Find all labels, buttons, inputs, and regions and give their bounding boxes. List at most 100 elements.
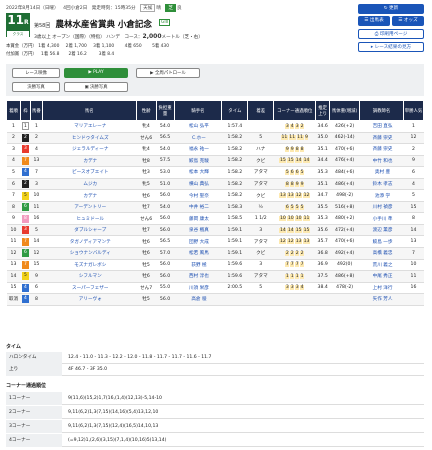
jockey-link[interactable]: 松若 風馬 xyxy=(174,247,222,260)
horse-name-link[interactable]: モズナガレボシ xyxy=(42,259,137,272)
corner-position: 15 xyxy=(287,158,295,164)
final-3f-cell: 38.4 xyxy=(315,282,330,295)
corner-position: 11 xyxy=(296,135,304,141)
odds-button[interactable]: ☰ オッズ xyxy=(392,16,424,26)
jockey-link[interactable]: 今村 聖奈 xyxy=(174,189,222,202)
waku-badge: 3 xyxy=(21,226,29,235)
corner-position: 1 xyxy=(300,273,305,279)
race-meeting: 4回小倉2日 xyxy=(63,6,88,11)
race-title-block: 第58回 農林水産省賞典 小倉記念 GIII 3歳以上 オープン（国際）（特指）… xyxy=(34,12,203,40)
sex-age-cell: 牡6 xyxy=(136,189,157,202)
jockey-link[interactable]: 鮫島 克駿 xyxy=(174,155,222,168)
margin-cell: アタマ xyxy=(247,166,274,179)
horse-name-link[interactable]: ムジカ xyxy=(42,178,137,191)
horse-name-link[interactable]: ダブルシャープ xyxy=(42,224,137,237)
table-row: 15 4 6 スーパーフェザー せん7 55.0 川須 栄彦 2:00.5 5 3 3 3 4 38.4 4… xyxy=(6,282,424,295)
play-button[interactable]: ▶ PLAY xyxy=(64,68,128,78)
trainer-link[interactable]: 斉藤 崇史 xyxy=(359,132,404,145)
horse-name-link[interactable]: シフルマン xyxy=(42,270,137,283)
jockey-link[interactable]: 団野 大成 xyxy=(174,235,222,248)
corner-position: 6 xyxy=(295,169,300,175)
patrol-video-button[interactable]: ▶ 全周パトロール xyxy=(136,68,200,78)
horse-name-link[interactable]: ジェラルディーナ xyxy=(42,143,137,156)
jockey-link[interactable]: 横山 典弘 xyxy=(174,178,222,191)
waku-badge: 2 xyxy=(21,133,29,142)
body-weight-cell: 462(-14) xyxy=(329,132,360,145)
jockey-link[interactable]: 福永 祐一 xyxy=(174,143,222,156)
trainer-link[interactable]: 池添 学 xyxy=(359,189,404,202)
corner-position: 9 xyxy=(304,135,309,141)
horse-name-link[interactable]: カデナ xyxy=(42,189,137,202)
horse-number-cell: 5 xyxy=(30,224,43,237)
weight-cell: 51.0 xyxy=(156,178,175,191)
trainer-link[interactable]: 上村 洋行 xyxy=(359,282,404,295)
jockey-link[interactable]: 西村 淳也 xyxy=(174,270,222,283)
jockey-link[interactable]: 藤岡 康太 xyxy=(174,212,222,225)
trainer-link[interactable]: 荒川 義之 xyxy=(359,259,404,272)
time-cell: 1:58.3 xyxy=(221,201,248,214)
trainer-link[interactable]: 奥村 豊 xyxy=(359,166,404,179)
sex-age-cell: 牡8 xyxy=(136,155,157,168)
horse-name-link[interactable]: タガノディアマンテ xyxy=(42,235,137,248)
finish-photo-button[interactable]: ▣ 決勝写真 xyxy=(64,82,128,92)
jockey-link[interactable]: 泉谷 楓真 xyxy=(174,224,222,237)
final-3f-cell: 35.3 xyxy=(315,166,330,179)
jockey-link[interactable]: 荻野 極 xyxy=(174,259,222,272)
trainer-link[interactable]: 川村 禎彦 xyxy=(359,201,404,214)
final-3f-cell: 34.6 xyxy=(315,120,330,133)
entries-button[interactable]: ☰ 出馬表 xyxy=(358,16,390,26)
rank-cell: 14 xyxy=(6,270,21,283)
trainer-link[interactable]: 鮫島 一歩 xyxy=(359,235,404,248)
time-cell: 1:59.1 xyxy=(221,235,248,248)
waku-cell: 2 xyxy=(20,132,31,145)
horse-name-link[interactable]: ショウナンバルディ xyxy=(42,247,137,260)
horse-name-link[interactable]: スーパーフェザー xyxy=(42,282,137,295)
horse-name-link[interactable]: アリーヴォ xyxy=(42,293,137,306)
trainer-link[interactable]: 中竹 和也 xyxy=(359,155,404,168)
horse-name-link[interactable]: ヒュミドール xyxy=(42,212,137,225)
horse-number-cell: 12 xyxy=(30,247,43,260)
horse-name-link[interactable]: アーデントリー xyxy=(42,201,137,214)
margin-cell: アタマ xyxy=(247,270,274,283)
race-class-badge: クラス xyxy=(7,31,29,37)
horse-name-link[interactable]: ピースオブエイト xyxy=(42,166,137,179)
trainer-link[interactable]: 小手川 準 xyxy=(359,212,404,225)
body-weight-cell: 470(+6) xyxy=(329,143,360,156)
margin-cell: クビ xyxy=(247,247,274,260)
corner-order-cell: 12 12 13 13 xyxy=(273,235,316,248)
trainer-link[interactable]: 斉藤 崇史 xyxy=(359,143,404,156)
horse-name-link[interactable]: マリアエレーナ xyxy=(42,120,137,133)
horse-name-link[interactable]: カデナ xyxy=(42,155,137,168)
trainer-link[interactable]: 渡辺 薫彦 xyxy=(359,224,404,237)
jockey-link[interactable]: 松山 弘平 xyxy=(174,120,222,133)
trainer-link[interactable]: 高橋 義忠 xyxy=(359,247,404,260)
table-row: 13 7 15 モズナガレボシ 牡5 56.0 荻野 極 1:59.6 3 7 7 7 7 36.9 492… xyxy=(6,259,424,272)
horse-name-link[interactable]: ヒンドゥタイムズ xyxy=(42,132,137,145)
jockey-link[interactable]: C.ホー xyxy=(174,132,222,145)
trainer-link[interactable]: 吉田 直弘 xyxy=(359,120,404,133)
table-row: 11 7 14 タガノディアマンテ 牡6 56.5 団野 大成 1:59.1 アタマ 12 12 13… xyxy=(6,235,424,248)
jockey-link[interactable]: 中井 裕二 xyxy=(174,201,222,214)
update-button[interactable]: ↻ 更新 xyxy=(358,4,424,14)
trainer-link[interactable]: 矢作 芳人 xyxy=(359,293,404,306)
jockey-link[interactable]: 高倉 稜 xyxy=(174,293,222,306)
corner-position: 8 xyxy=(285,181,290,187)
body-weight-cell: 486(+8) xyxy=(329,270,360,283)
weight-cell: 56.0 xyxy=(156,293,175,306)
jockey-link[interactable]: 松本 大輝 xyxy=(174,166,222,179)
trainer-link[interactable]: 鈴木 孝志 xyxy=(359,178,404,191)
waku-badge: 2 xyxy=(21,180,29,188)
trainer-link[interactable]: 中尾 秀正 xyxy=(359,270,404,283)
time-cell: 1:57.4 xyxy=(221,120,248,133)
results-guide-button[interactable]: ▸ レース結果の見方 xyxy=(358,42,424,52)
print-page-button[interactable]: ⎙ 印刷用ページ xyxy=(358,29,424,39)
rank-cell: 13 xyxy=(6,259,21,272)
corner-order-cell: 7777 xyxy=(273,259,316,272)
corner-position: 8 xyxy=(295,146,300,152)
waku-badge: 5 xyxy=(21,191,29,200)
body-weight-cell: 498(-2) xyxy=(329,189,360,202)
jockey-link[interactable]: 川須 栄彦 xyxy=(174,282,222,295)
corner-row: 1コーナー 9(11,6)(15,2)1,7(16,(1,4)(12,13)-5,… xyxy=(6,392,424,405)
time-cell: 1:59.1 xyxy=(221,247,248,260)
corner-position: 9 xyxy=(295,181,300,187)
